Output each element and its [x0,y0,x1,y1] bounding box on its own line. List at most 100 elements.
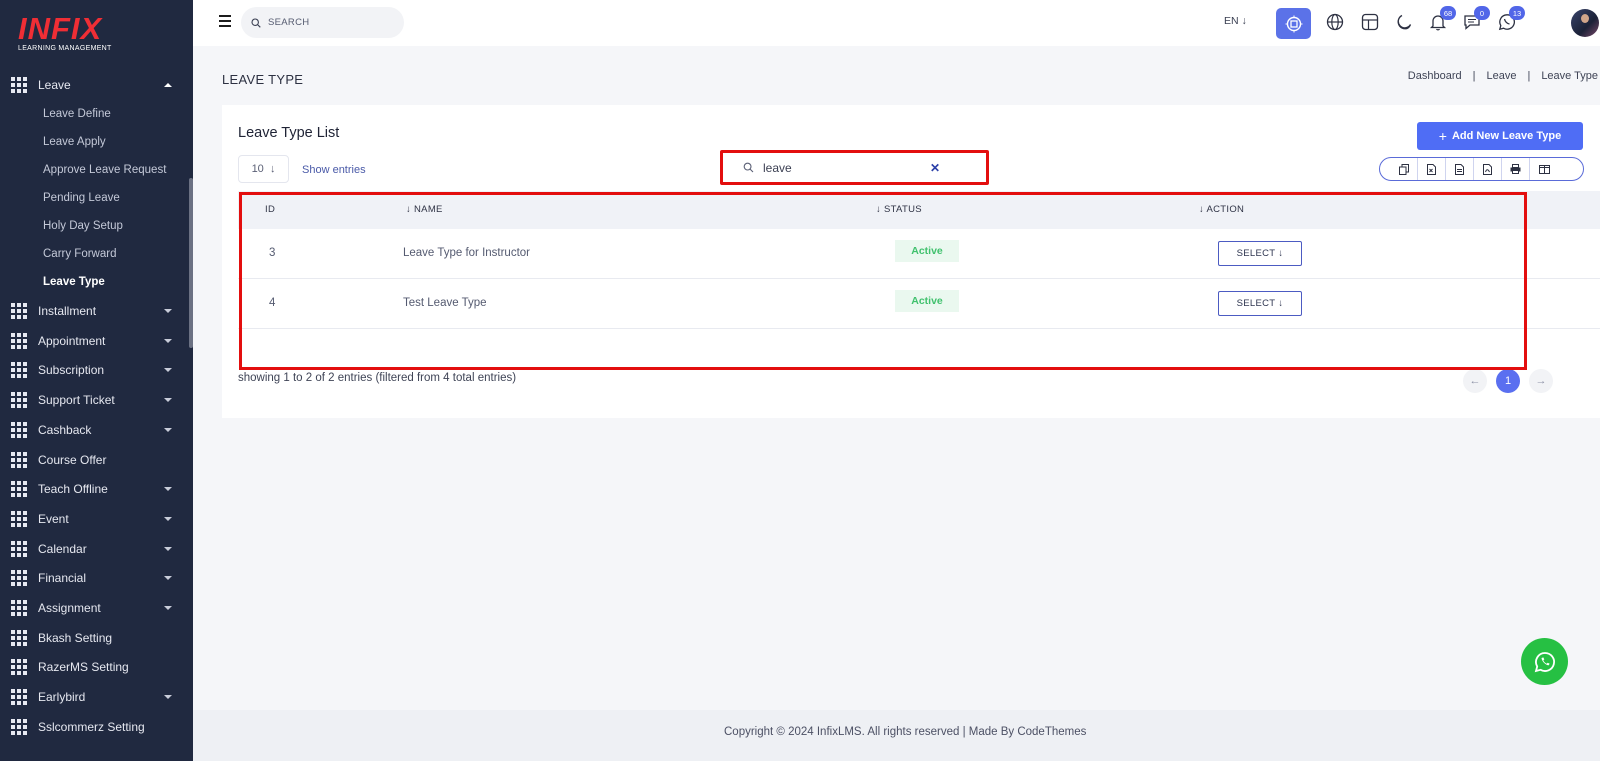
breadcrumb-dashboard[interactable]: Dashboard [1408,70,1462,82]
breadcrumb: Dashboard | Leave | Leave Type [1408,70,1598,82]
sidebar-item-cashback[interactable]: Cashback [0,415,190,445]
breadcrumb-leave[interactable]: Leave [1486,70,1516,82]
chevron-down-icon [164,695,172,699]
whatsapp-chat-icon[interactable]: 13 [1497,6,1525,32]
excel-icon[interactable] [1418,158,1446,180]
sidebar-item-label: RazerMS Setting [38,660,129,674]
sidebar-scrollbar[interactable] [189,178,193,348]
table-search-input[interactable] [763,160,923,175]
sidebar-item-earlybird[interactable]: Earlybird [0,682,190,712]
next-page-button[interactable]: → [1529,369,1553,393]
row-id: 4 [269,297,276,309]
whatsapp-icon [1534,651,1555,672]
csv-icon[interactable] [1446,158,1474,180]
grid-icon [11,541,27,557]
pdf-icon[interactable] [1474,158,1502,180]
column-header-id[interactable]: ID [265,204,275,215]
sidebar-item-assignment[interactable]: Assignment [0,593,190,623]
grid-icon [11,452,27,468]
select-label: SELECT [1236,248,1276,259]
message-icon[interactable]: 0 [1462,6,1490,32]
chevron-down-icon [164,368,172,372]
breadcrumb-separator: | [1472,70,1476,82]
sidebar-item-subscription[interactable]: Subscription [0,355,190,385]
entries-per-page-select[interactable]: 10 ↓ [238,155,289,183]
sidebar-item-label: Appointment [38,334,106,348]
table-header-row: ID ↓ NAME ↓ STATUS ↓ ACTION [238,191,1600,229]
sidebar-item-label: Cashback [38,423,92,437]
grid-icon [11,77,27,93]
status-badge: Active [895,290,959,312]
sidebar-item-bkash-setting[interactable]: Bkash Setting [0,623,190,653]
page-button-current[interactable]: 1 [1496,369,1520,393]
add-new-leave-type-button[interactable]: + Add New Leave Type [1417,122,1583,150]
row-action-select-button[interactable]: SELECT ↓ [1218,291,1302,316]
top-header: SEARCH EN ↓ 68 0 13 [193,0,1600,46]
sidebar-item-course-offer[interactable]: Course Offer [0,445,190,475]
sidebar-subitem-holy-day-setup[interactable]: Holy Day Setup [43,220,123,232]
sidebar-item-leave[interactable]: Leave [0,70,190,100]
sidebar-subitem-leave-apply[interactable]: Leave Apply [43,136,106,148]
sidebar-item-calendar[interactable]: Calendar [0,534,190,564]
pagination: ← 1 → [1463,369,1562,393]
global-search-input[interactable]: SEARCH [241,7,404,38]
sidebar-item-financial[interactable]: Financial [0,563,190,593]
arrow-right-icon: → [1535,375,1547,387]
chevron-down-icon [164,517,172,521]
arrow-down-icon: ↓ [1241,15,1247,27]
row-id: 3 [269,247,276,259]
sidebar-item-label: Event [38,512,69,526]
table-info-text: showing 1 to 2 of 2 entries (filtered fr… [238,372,517,384]
sidebar-item-teach-offline[interactable]: Teach Offline [0,474,190,504]
clear-search-icon[interactable]: ✕ [930,161,940,175]
sidebar-item-label: Bkash Setting [38,631,113,645]
previous-page-button[interactable]: ← [1463,369,1487,393]
logo[interactable]: INFIX LEARNING MANAGEMENT [18,13,128,54]
sidebar-item-label: Calendar [38,542,87,556]
sidebar-item-label: Earlybird [38,690,86,704]
table-row: 4 Test Leave Type Active SELECT ↓ [238,279,1600,329]
column-header-status-label: STATUS [884,204,922,215]
search-icon [251,17,261,28]
sidebar-item-support-ticket[interactable]: Support Ticket [0,385,190,415]
sidebar-subitem-leave-type[interactable]: Leave Type [43,276,105,288]
sidebar-item-label: Subscription [38,363,105,377]
sidebar-subitem-pending-leave[interactable]: Pending Leave [43,192,120,204]
sidebar-item-installment[interactable]: Installment [0,296,190,326]
show-entries-label: Show entries [302,164,366,176]
sidebar-subitem-approve-leave-request[interactable]: Approve Leave Request [43,164,166,176]
grid-icon [11,600,27,616]
sidebar-item-sslcommerz-setting[interactable]: Sslcommerz Setting [0,712,190,742]
website-button[interactable] [1276,8,1311,39]
layout-icon[interactable] [1360,12,1380,32]
sidebar-subitem-carry-forward[interactable]: Carry Forward [43,248,116,260]
globe-icon[interactable] [1325,12,1345,32]
grid-icon [11,303,27,319]
language-selector[interactable]: EN ↓ [1224,15,1247,27]
whatsapp-float-button[interactable] [1521,638,1568,685]
plus-icon: + [1438,128,1447,144]
breadcrumb-separator: | [1527,70,1531,82]
print-icon[interactable] [1502,158,1530,180]
moon-icon[interactable] [1394,12,1414,32]
sidebar-item-event[interactable]: Event [0,504,190,534]
row-action-select-button[interactable]: SELECT ↓ [1218,241,1302,266]
avatar[interactable] [1571,9,1599,37]
columns-icon[interactable] [1530,158,1558,180]
row-name: Test Leave Type [403,297,487,309]
sidebar-item-appointment[interactable]: Appointment [0,326,190,356]
add-button-label: Add New Leave Type [1451,130,1562,142]
chevron-down-icon [164,547,172,551]
sidebar-item-razerms-setting[interactable]: RazerMS Setting [0,652,190,682]
status-badge: Active [895,240,959,262]
column-header-action[interactable]: ↓ ACTION [1199,204,1244,215]
copy-icon[interactable] [1390,158,1418,180]
breadcrumb-leave-type[interactable]: Leave Type [1541,70,1598,82]
notification-count-badge: 68 [1440,6,1456,20]
column-header-status[interactable]: ↓ STATUS [876,204,922,215]
sidebar-subitem-leave-define[interactable]: Leave Define [43,108,111,120]
hamburger-menu-icon[interactable] [219,15,231,27]
cpu-icon [1285,15,1302,32]
column-header-name[interactable]: ↓ NAME [406,204,443,215]
bell-icon[interactable]: 68 [1428,6,1456,32]
